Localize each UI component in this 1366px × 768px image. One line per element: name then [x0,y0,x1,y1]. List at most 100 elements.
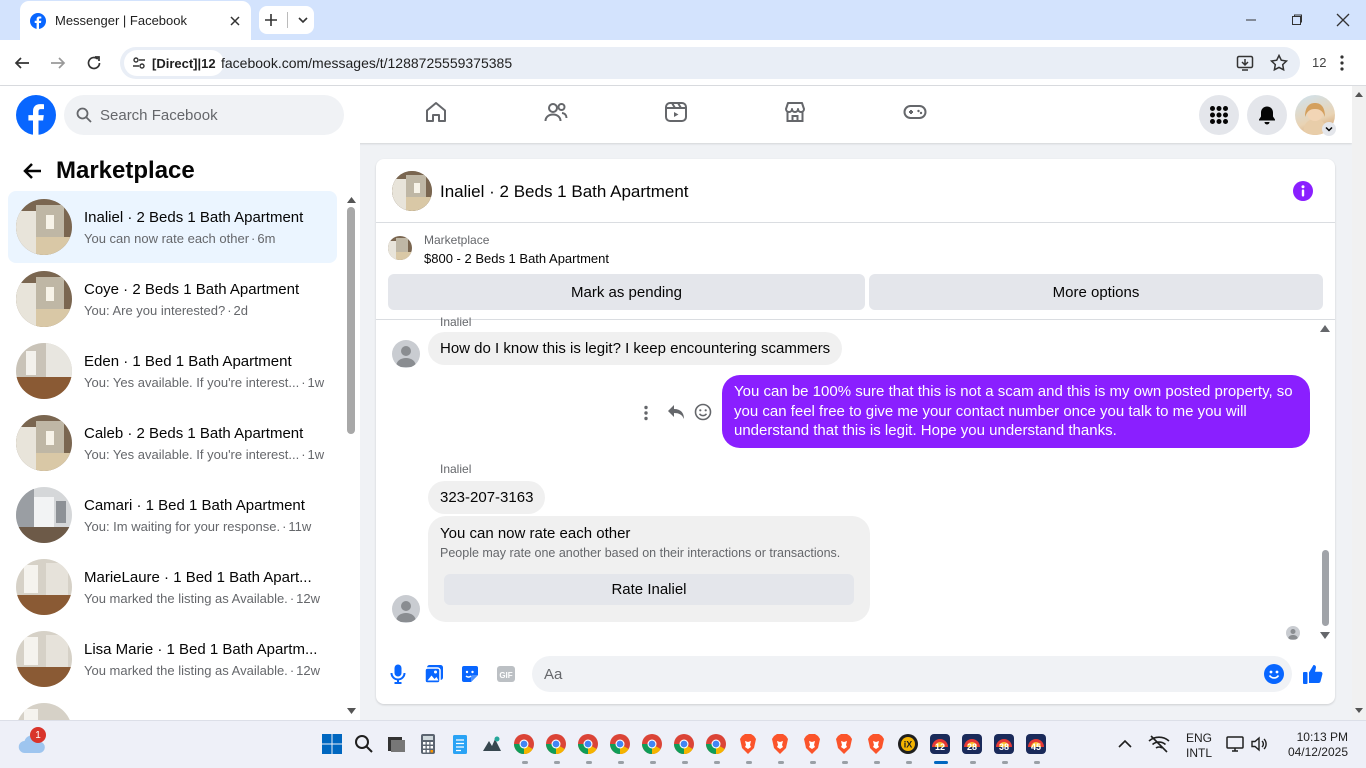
chrome-app-icon[interactable] [513,733,537,757]
ixbrowser-app-icon[interactable]: iX [897,733,921,757]
task-view-icon[interactable] [385,733,409,757]
omnibox[interactable]: [Direct]|12 facebook.com/messages/t/1288… [120,47,1300,79]
notepad-icon[interactable] [449,733,473,757]
gallery-icon[interactable] [424,664,444,684]
microphone-icon[interactable] [390,664,406,684]
clock-date: 04/12/2025 [1287,745,1348,759]
volume-icon[interactable] [1250,735,1274,759]
emoji-icon[interactable] [1264,664,1284,684]
conversation-item[interactable]: MarieLaure · 1 Bed 1 Bath Apart... You ma… [8,551,337,623]
account-chevron-icon[interactable] [1322,122,1336,136]
facebook-search-input[interactable]: Search Facebook [64,95,344,135]
more-options-button[interactable]: More options [869,274,1323,310]
chrome-app-icon[interactable] [673,733,697,757]
conversation-time: 11w [288,518,312,534]
thread-scrollbar-thumb[interactable] [1322,550,1329,626]
outgoing-message[interactable]: You can be 100% sure that this is not a … [722,375,1310,448]
brave-app-icon[interactable] [769,733,793,757]
close-window-icon[interactable] [1320,0,1366,40]
chat-avatar[interactable] [392,171,432,211]
taskbar-search-icon[interactable] [353,733,377,757]
bookmark-star-icon[interactable] [1270,54,1288,72]
language-indicator[interactable]: ENG INTL [1186,731,1212,761]
menu-grid-button[interactable] [1199,95,1239,135]
conversation-item[interactable]: Coye · 2 Beds 1 Bath Apartment You: Are y… [8,263,337,335]
calculator-icon[interactable] [417,733,441,757]
forward-arrow-icon[interactable] [50,55,66,71]
gif-icon[interactable]: GIF [496,664,516,684]
chrome-app-icon[interactable] [545,733,569,757]
thread-scroll-up-icon[interactable] [1320,324,1330,332]
profile-browser-icon[interactable]: 12 [929,733,953,757]
maximize-icon[interactable] [1274,0,1320,40]
profile-count[interactable]: 12 [1312,55,1326,70]
conversation-item[interactable]: Lisa Marie · 1 Bed 1 Bath Apartm... You m… [8,623,337,695]
marketplace-icon[interactable] [783,100,807,124]
chat-panel: Inaliel · 2 Beds 1 Bath Apartment Market… [376,159,1335,704]
chrome-app-icon[interactable] [609,733,633,757]
close-tab-icon[interactable] [229,15,241,27]
video-icon[interactable] [664,100,688,124]
chrome-app-icon[interactable] [705,733,729,757]
tab-search-chevron-icon[interactable] [297,14,309,26]
sidebar-scrollbar-thumb[interactable] [347,207,355,434]
clock[interactable]: 10:13 PM 04/12/2025 [1282,730,1348,760]
profile-browser-icon[interactable]: 45 [1025,733,1049,757]
brave-app-icon[interactable] [801,733,825,757]
more-actions-icon[interactable] [644,405,648,421]
conversation-item[interactable]: Yaya · 1 Bed 1 Bath Apartment [8,695,337,720]
scroll-down-icon[interactable] [347,708,356,715]
scroll-up-icon[interactable] [347,196,356,203]
message-input[interactable]: Aa [532,656,1292,692]
incoming-message[interactable]: 323-207-3163 [428,481,546,514]
gaming-icon[interactable] [903,100,927,124]
minimize-icon[interactable] [1228,0,1274,40]
tray-chevron-up-icon[interactable] [1116,735,1140,759]
reply-icon[interactable] [667,404,685,420]
page-scrollbar[interactable] [1352,86,1366,720]
profile-browser-icon[interactable]: 38 [993,733,1017,757]
browser-tab[interactable]: Messenger | Facebook [20,1,251,40]
windows-start-icon[interactable] [321,733,345,757]
thread-scroll-down-icon[interactable] [1320,632,1330,640]
sender-avatar[interactable] [392,340,420,368]
chrome-app-icon[interactable] [641,733,665,757]
brave-app-icon[interactable] [737,733,761,757]
incoming-message[interactable]: How do I know this is legit? I keep enco… [428,332,843,365]
reload-icon[interactable] [86,55,102,71]
info-icon[interactable] [1293,181,1313,201]
rate-user-button[interactable]: Rate Inaliel [444,574,854,605]
home-icon[interactable] [424,100,448,124]
conversation-item[interactable]: Inaliel · 2 Beds 1 Bath Apartment You can… [8,191,337,263]
listing-title[interactable]: $800 - 2 Beds 1 Bath Apartment [424,251,609,266]
brave-app-icon[interactable] [833,733,857,757]
like-thumb-icon[interactable] [1302,663,1324,685]
chat-title[interactable]: Inaliel · 2 Beds 1 Bath Apartment [440,182,689,202]
brave-app-icon[interactable] [865,733,889,757]
facebook-logo-icon[interactable] [16,95,56,135]
sticker-icon[interactable] [460,664,480,684]
conversation-item[interactable]: Camari · 1 Bed 1 Bath Apartment You: Im w… [8,479,337,551]
back-arrow-icon[interactable] [14,55,30,71]
site-info-chip[interactable]: [Direct]|12 [124,50,224,76]
browser-menu-icon[interactable] [1340,54,1344,72]
notifications-button[interactable] [1247,95,1287,135]
sender-avatar[interactable] [392,595,420,623]
profile-browser-icon[interactable]: 28 [961,733,985,757]
conversation-item[interactable]: Caleb · 2 Beds 1 Bath Apartment You: Yes … [8,407,337,479]
conversation-item[interactable]: Eden · 1 Bed 1 Bath Apartment You: Yes av… [8,335,337,407]
vpn-icon[interactable] [481,733,505,757]
install-app-icon[interactable] [1236,54,1254,72]
mark-pending-button[interactable]: Mark as pending [388,274,865,310]
url-text[interactable]: facebook.com/messages/t/1288725559375385 [221,55,512,71]
running-indicator [810,761,816,764]
chrome-app-icon[interactable] [577,733,601,757]
network-offline-icon[interactable] [1148,735,1172,759]
conversation-time: 1w [307,446,325,462]
listing-thumbnail[interactable] [388,236,412,260]
friends-icon[interactable] [544,100,568,124]
new-tab-icon[interactable] [264,13,278,27]
display-icon[interactable] [1226,735,1250,759]
react-emoji-icon[interactable] [694,403,712,421]
back-arrow-icon[interactable] [22,162,42,180]
